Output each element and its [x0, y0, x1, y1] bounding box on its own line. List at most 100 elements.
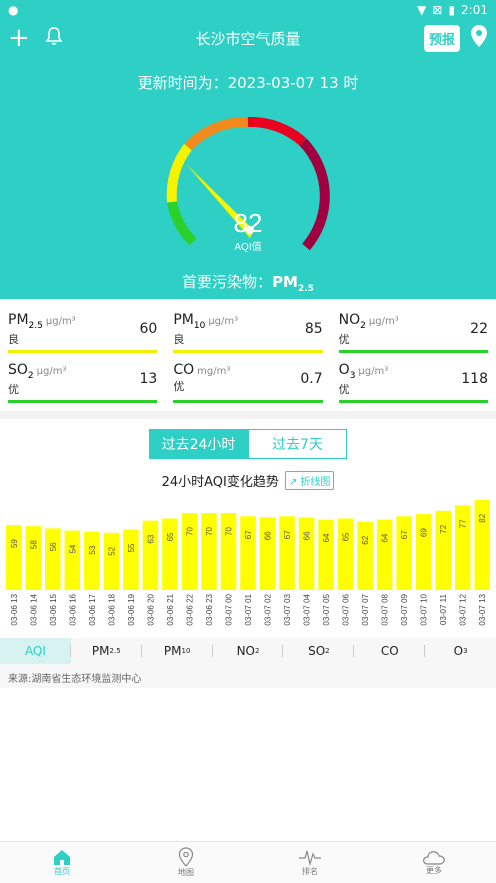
chart-value-label: 59: [10, 539, 19, 548]
metric-tab-sub: 2: [325, 647, 330, 655]
battery-icon: ▮: [448, 3, 456, 17]
chart-x-tick-label: 03-06 19: [127, 593, 136, 625]
pollutant-level: 良: [8, 333, 19, 347]
chart-x-tick-label: 03-06 15: [49, 593, 58, 625]
chart-x-tick-label: 03-06 16: [68, 593, 77, 625]
location-pin-icon[interactable]: [470, 24, 488, 52]
chart-x-tick-label: 03-06 14: [29, 593, 38, 625]
pollutant-sub: 2: [27, 371, 34, 382]
chart-x-tick-label: 03-07 13: [478, 593, 487, 625]
pollutant-cell-no2[interactable]: NO2 μg/m³ 优 22: [338, 309, 488, 353]
chart-bar: [220, 513, 237, 590]
chart-x-tick-label: 03-07 12: [459, 593, 468, 625]
metric-tab-name: PM: [91, 644, 110, 658]
metric-tab-o3[interactable]: O3: [425, 638, 496, 664]
no-signal-icon: ⊠: [432, 3, 443, 17]
chart-value-label: 66: [303, 531, 312, 540]
metric-tab-sub: 3: [463, 647, 468, 655]
nav-rank[interactable]: 排名: [248, 842, 372, 883]
chart-bar: [45, 528, 61, 590]
chart-bar: [142, 520, 159, 590]
pollutant-name: CO: [173, 362, 195, 378]
pollutant-level: 优: [8, 383, 19, 397]
chart-value-label: 65: [166, 532, 175, 541]
pollutant-cell-o3[interactable]: O3 μg/m³ 优 118: [338, 359, 488, 403]
chart-x-tick-label: 03-07 10: [420, 593, 429, 625]
tab-24-hours[interactable]: 过去24小时: [149, 429, 248, 459]
primary-pollutant: 首要污染物：PM2.5: [0, 271, 496, 294]
home-icon: [54, 850, 70, 865]
metric-tab-no2[interactable]: NO 2: [213, 638, 284, 664]
pollutant-unit: μg/m³: [45, 316, 76, 327]
aqi-value: 82: [234, 208, 263, 238]
chart-value-label: 69: [420, 528, 429, 537]
gauge-arc-yellow: [166, 143, 193, 203]
bottom-navigation: 首页 地图 排名 更多: [0, 841, 496, 883]
metric-tab-pm25[interactable]: PM 2.5: [71, 638, 142, 664]
trend-header: 24小时AQI变化趋势 ↗ 折线图: [0, 471, 496, 490]
metric-tab-aqi[interactable]: AQI: [0, 638, 71, 664]
primary-pollutant-value: PM: [272, 273, 298, 291]
chart-bar: [103, 532, 120, 590]
metric-tabs: AQI PM 2.5 PM 10 NO 2 SO 2 CO O3: [0, 638, 496, 664]
metric-tab-co[interactable]: CO: [354, 638, 426, 664]
chart-bar: [162, 518, 178, 590]
metric-tab-so2[interactable]: SO 2: [283, 638, 355, 664]
pollutant-sub: 3: [349, 371, 356, 382]
forecast-button[interactable]: 预报: [423, 24, 460, 52]
pollutant-cell-pm10[interactable]: PM10 μg/m³ 良 85: [173, 309, 323, 353]
nav-map[interactable]: 地图: [124, 842, 248, 883]
chart-x-tick-label: 03-07 00: [224, 593, 233, 625]
pollutant-sub: 10: [193, 321, 206, 332]
pollutant-cell-so2[interactable]: SO2 μg/m³ 优 13: [8, 359, 158, 403]
pollutant-unit: mg/m³: [197, 366, 231, 377]
aqi-gauge: 82 AQI值: [166, 116, 330, 253]
nav-rank-label: 排名: [302, 867, 318, 876]
pollutant-unit: μg/m³: [358, 366, 389, 377]
pollutant-value: 13: [139, 371, 158, 387]
page-title: 长沙市空气质量: [195, 29, 301, 48]
pollutant-name: O: [338, 362, 350, 378]
status-bar: ● ▼ ⊠ ▮ 2:01: [0, 0, 496, 20]
chart-value-label: 67: [244, 530, 253, 539]
chart-bar: [415, 514, 432, 590]
chart-x-tick-label: 03-07 11: [439, 593, 448, 625]
tab-7-days[interactable]: 过去7天: [248, 429, 347, 459]
pollutant-bar: [338, 350, 488, 353]
chart-x-tick-label: 03-07 05: [322, 593, 331, 625]
pollutant-level: 优: [338, 333, 350, 347]
chart-bar: [435, 510, 451, 590]
notification-bell-icon[interactable]: [44, 26, 64, 50]
chart-x-tick-label: 03-06 22: [185, 593, 194, 625]
chart-bar: [474, 499, 490, 590]
app-header: + 长沙市空气质量 预报: [0, 20, 496, 56]
chart-value-label: 70: [185, 526, 194, 535]
chart-bar: [6, 525, 22, 590]
metric-tab-pm10[interactable]: PM 10: [142, 638, 213, 664]
pollutant-unit: μg/m³: [368, 316, 399, 327]
chart-value-label: 70: [205, 526, 214, 535]
pollutant-sub: 2.5: [28, 321, 43, 332]
pollutant-value: 85: [304, 321, 323, 337]
chart-x-tick-label: 03-07 01: [244, 593, 253, 625]
pollutant-value: 60: [139, 321, 158, 337]
pollutant-cell-co[interactable]: CO mg/m³ 优 0.7: [173, 359, 323, 403]
pollutant-bar: [8, 400, 158, 403]
pollutant-name: PM: [8, 312, 29, 328]
chart-value-label: 72: [439, 524, 448, 533]
pollutant-bar: [338, 400, 488, 403]
chart-value-label: 70: [224, 526, 233, 535]
pollutant-cell-pm25[interactable]: PM2.5 μg/m³ 良 60: [8, 309, 158, 353]
nav-more[interactable]: 更多: [372, 842, 496, 883]
add-city-icon[interactable]: +: [8, 25, 30, 51]
line-chart-button[interactable]: ↗ 折线图: [284, 471, 335, 490]
aqi-label: AQI值: [234, 240, 261, 253]
chart-x-tick-label: 03-06 17: [88, 593, 97, 625]
metric-tab-name: AQI: [24, 644, 46, 658]
pollutant-value: 118: [461, 371, 488, 387]
chart-x-tick-label: 03-07 06: [342, 593, 351, 625]
pollutant-grid: PM2.5 μg/m³ 良 60 PM10 μg/m³ 良 85 NO2 μg/m³ …: [0, 299, 496, 411]
status-time: 2:01: [461, 3, 488, 17]
aqi-bar-chart: 59 03-06 13 58 03-06 14 56 03-06 15 54 03-06 16…: [6, 499, 490, 626]
nav-home[interactable]: 首页: [0, 842, 124, 883]
